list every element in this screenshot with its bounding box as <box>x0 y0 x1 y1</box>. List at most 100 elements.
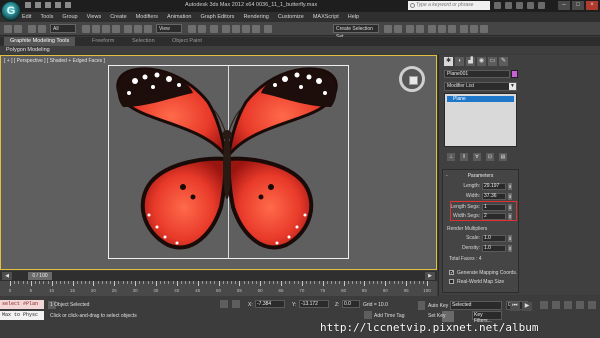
length-segs-spinner[interactable]: ⬍ <box>508 204 512 211</box>
absolute-mode-icon[interactable] <box>232 300 240 308</box>
maximize-viewport-icon[interactable] <box>588 301 596 309</box>
length-segs-field[interactable]: 1 <box>482 204 506 211</box>
close-icon[interactable]: × <box>586 1 598 10</box>
viewcube-icon[interactable] <box>399 66 425 92</box>
utilities-tab-icon[interactable]: ✎ <box>499 57 508 66</box>
goto-start-icon[interactable]: ⏮ <box>510 302 520 311</box>
time-slider[interactable]: ◀ 0 / 100 ▶ <box>0 271 437 281</box>
undo-icon[interactable] <box>55 2 61 8</box>
rollout-header[interactable]: Parameters <box>443 173 518 179</box>
material-editor-icon[interactable] <box>448 25 456 33</box>
add-time-tag-icon[interactable] <box>364 311 372 319</box>
modifier-list-dropdown[interactable]: Modifier List ▼ <box>444 82 517 91</box>
key-filters-button[interactable]: Key Filters... <box>472 311 502 324</box>
menu-help[interactable]: Help <box>348 13 359 21</box>
maxscript-listener-output[interactable]: select #Plan <box>0 300 44 309</box>
add-time-tag-button[interactable]: Add Time Tag <box>374 313 404 319</box>
layer-manager-icon[interactable] <box>406 25 414 33</box>
angle-snap-icon[interactable] <box>232 25 240 33</box>
tab-object-paint[interactable]: Object Paint <box>166 37 208 46</box>
lock-selection-icon[interactable] <box>220 300 228 308</box>
pivot-center-icon[interactable] <box>188 25 196 33</box>
motion-tab-icon[interactable]: ◉ <box>477 57 486 66</box>
menu-animation[interactable]: Animation <box>167 13 191 21</box>
pin-stack-icon[interactable]: ⊥ <box>447 153 455 161</box>
y-coord-field[interactable]: -13.172 <box>299 300 329 308</box>
minimize-icon[interactable]: – <box>558 1 570 10</box>
unlink-icon[interactable] <box>38 25 46 33</box>
hierarchy-tab-icon[interactable]: ▟ <box>466 57 475 66</box>
perspective-viewport[interactable]: [ + ] [ Perspective ] [ Shaded + Edged F… <box>0 55 437 270</box>
object-name-field[interactable] <box>444 70 510 78</box>
link-icon[interactable] <box>28 25 36 33</box>
snap-icon[interactable] <box>222 25 230 33</box>
display-tab-icon[interactable]: ▭ <box>488 57 497 66</box>
curve-editor-icon[interactable] <box>428 25 436 33</box>
ribbon-panel-label[interactable]: Polygon Modeling <box>6 46 50 54</box>
app-logo-icon[interactable]: G <box>1 1 21 21</box>
render-setup-icon[interactable] <box>460 25 468 33</box>
remove-modifier-icon[interactable]: ⊡ <box>486 153 494 161</box>
menu-graph-editors[interactable]: Graph Editors <box>201 13 235 21</box>
set-key-button[interactable]: Set Key <box>428 313 446 319</box>
tab-graphite-modeling-tools[interactable]: Graphite Modeling Tools <box>4 37 76 46</box>
rendered-frame-icon[interactable] <box>470 25 478 33</box>
prev-frame-icon[interactable]: ◀ <box>2 272 12 280</box>
time-slider-thumb[interactable]: 0 / 100 <box>28 272 52 280</box>
next-frame-icon[interactable]: ▶ <box>425 272 435 280</box>
width-spinner[interactable]: ⬍ <box>508 193 512 200</box>
create-tab-icon[interactable]: ✱ <box>444 57 453 66</box>
redo-tool-icon[interactable] <box>14 25 22 33</box>
stack-item-plane[interactable]: Plane <box>447 96 514 102</box>
edit-named-sets-icon[interactable] <box>264 25 272 33</box>
density-spinner[interactable]: ⬍ <box>508 245 512 252</box>
save-icon[interactable] <box>45 2 51 8</box>
favorites-icon[interactable] <box>527 2 534 9</box>
checkbox-checked-icon[interactable]: ✓ <box>449 270 454 276</box>
rect-selection-icon[interactable] <box>102 25 110 33</box>
show-end-result-icon[interactable]: ‖ <box>460 153 468 161</box>
menu-maxscript[interactable]: MAXScript <box>313 13 339 21</box>
width-field[interactable]: 37.36 <box>482 193 506 200</box>
named-selection-set-select[interactable]: Create Selection Set <box>333 24 379 40</box>
x-coord-field[interactable]: -7.384 <box>255 300 285 308</box>
communication-icon[interactable] <box>516 2 523 9</box>
menu-group[interactable]: Group <box>62 13 77 21</box>
keyboard-shortcut-icon[interactable] <box>210 25 218 33</box>
rotate-icon[interactable] <box>134 25 142 33</box>
z-coord-field[interactable]: 0.0 <box>342 300 360 308</box>
scale-field[interactable]: 1.0 <box>482 235 506 242</box>
window-crossing-icon[interactable] <box>112 25 120 33</box>
select-manipulate-icon[interactable] <box>198 25 206 33</box>
select-object-icon[interactable] <box>82 25 90 33</box>
track-bar[interactable]: 0 5 10 15 20 25 30 35 40 45 50 55 60 65 70 75 80 85 90 95 10… <box>0 281 437 296</box>
viewcube-face[interactable] <box>409 76 418 85</box>
viewport-label[interactable]: [ + ] [ Perspective ] [ Shaded + Edged F… <box>4 58 105 64</box>
menu-edit[interactable]: Edit <box>22 13 31 21</box>
time-config-icon[interactable] <box>540 301 548 309</box>
density-field[interactable]: 1.0 <box>482 245 506 252</box>
menu-tools[interactable]: Tools <box>40 13 53 21</box>
new-file-icon[interactable] <box>25 2 31 8</box>
maxscript-listener-input[interactable]: Max to Physc <box>0 311 44 320</box>
key-selection-select[interactable]: Selected <box>450 301 502 310</box>
object-color-swatch[interactable] <box>511 70 518 78</box>
subscription-icon[interactable] <box>505 2 512 9</box>
orbit-icon[interactable] <box>576 301 584 309</box>
play-icon[interactable]: ▶ <box>522 302 532 311</box>
scale-icon[interactable] <box>144 25 152 33</box>
tab-selection[interactable]: Selection <box>126 37 161 46</box>
tab-freeform[interactable]: Freeform <box>86 37 120 46</box>
modify-tab-icon[interactable]: ◗ <box>455 57 464 66</box>
width-segs-field[interactable]: 2 <box>482 213 506 220</box>
chevron-down-icon[interactable]: ▼ <box>509 83 516 90</box>
menu-views[interactable]: Views <box>87 13 102 21</box>
selection-filter-select[interactable]: All <box>50 24 76 33</box>
real-world-checkbox[interactable]: Real-World Map Size <box>449 278 504 285</box>
menu-modifiers[interactable]: Modifiers <box>136 13 158 21</box>
auto-key-button[interactable]: Auto Key <box>428 303 448 309</box>
undo-tool-icon[interactable] <box>4 25 12 33</box>
gen-mapping-checkbox[interactable]: ✓ Generate Mapping Coords. <box>449 269 517 276</box>
align-icon[interactable] <box>394 25 402 33</box>
binoculars-icon[interactable] <box>494 2 501 9</box>
